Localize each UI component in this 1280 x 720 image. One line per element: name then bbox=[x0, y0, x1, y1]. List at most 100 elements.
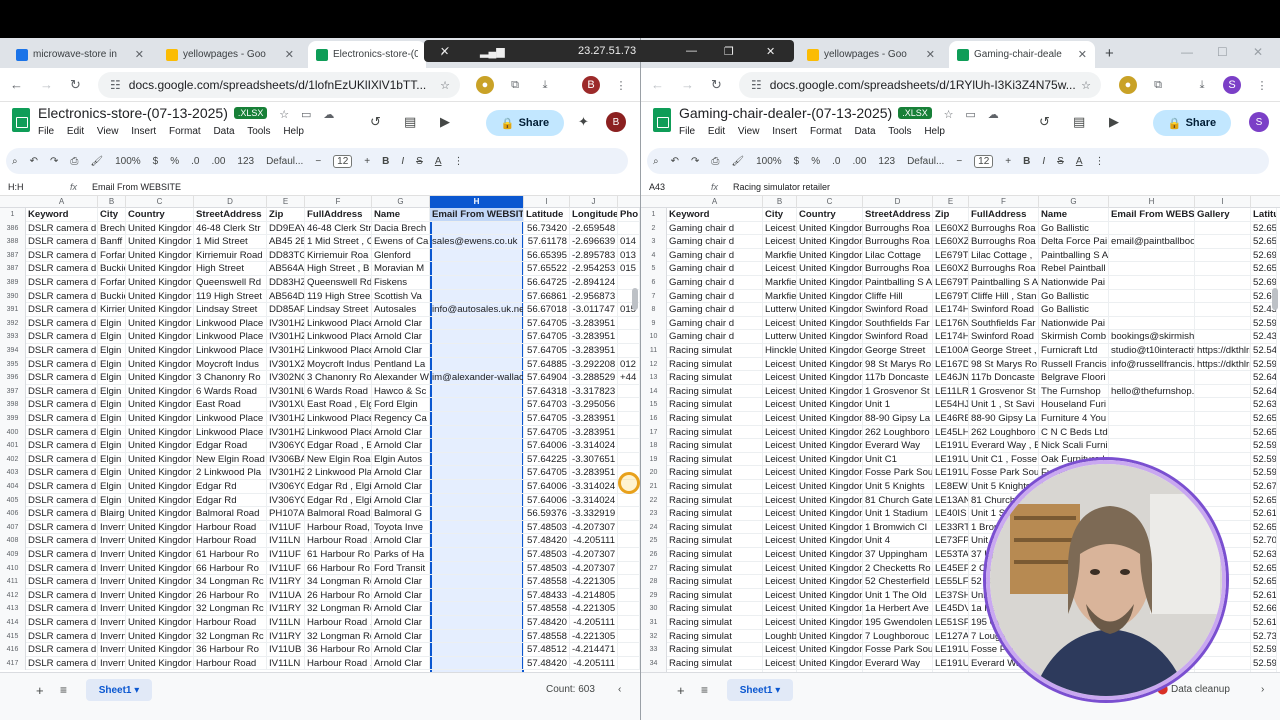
table-cell[interactable]: 013 bbox=[618, 248, 640, 263]
profile-avatar[interactable]: S bbox=[1223, 76, 1241, 94]
table-cell[interactable]: Paintballing S A bbox=[969, 276, 1039, 290]
table-cell[interactable]: DSLR camera d bbox=[26, 561, 98, 576]
increase-decimal-button[interactable]: .00 bbox=[852, 156, 866, 167]
table-cell[interactable]: 52.66 bbox=[1251, 602, 1277, 616]
table-cell[interactable]: Burroughs Roa bbox=[863, 221, 933, 236]
table-cell[interactable]: Queenswell Rd bbox=[194, 276, 267, 290]
table-cell[interactable]: Leicest bbox=[763, 316, 797, 331]
row-number[interactable]: 32 bbox=[641, 629, 667, 644]
table-cell[interactable]: LE174H bbox=[933, 330, 969, 344]
row-number[interactable]: 7 bbox=[641, 289, 667, 304]
table-cell[interactable]: United Kingdor bbox=[797, 235, 863, 249]
menu-format[interactable]: Format bbox=[810, 126, 842, 137]
table-cell[interactable]: Edgar Road , E bbox=[305, 439, 372, 453]
table-cell[interactable]: Gaming chair d bbox=[667, 303, 763, 317]
table-cell[interactable]: DSLR camera d bbox=[26, 357, 98, 372]
row-number[interactable]: 15 bbox=[641, 398, 667, 412]
row-number[interactable]: 392 bbox=[0, 316, 26, 331]
table-cell[interactable]: DSLR camera d bbox=[26, 439, 98, 453]
table-cell[interactable]: United Kingdor bbox=[797, 520, 863, 535]
table-cell[interactable] bbox=[618, 561, 640, 576]
table-cell[interactable]: Markfiel bbox=[763, 276, 797, 290]
table-cell[interactable]: Leicest bbox=[763, 412, 797, 426]
table-cell[interactable]: Unit 1 The Old bbox=[863, 588, 933, 603]
table-cell[interactable] bbox=[1195, 425, 1251, 440]
table-cell[interactable]: Kirriemuir Road bbox=[194, 248, 267, 263]
table-cell[interactable]: DSLR camera d bbox=[26, 575, 98, 589]
column-header-a[interactable]: A bbox=[26, 196, 98, 208]
table-cell[interactable]: Leicest bbox=[763, 221, 797, 236]
table-cell[interactable]: 3 Chanonry Ro bbox=[305, 371, 372, 385]
table-cell[interactable]: 66 Harbour Ro bbox=[194, 561, 267, 576]
table-cell[interactable]: 52.65 bbox=[1251, 425, 1277, 440]
table-cell[interactable]: 57.64705 bbox=[524, 344, 570, 358]
table-cell[interactable]: LE45EP bbox=[933, 561, 969, 576]
table-cell[interactable] bbox=[430, 520, 524, 535]
table-cell[interactable]: 1 Mid Street bbox=[194, 235, 267, 249]
table-cell[interactable]: 014 bbox=[618, 235, 640, 249]
table-cell[interactable]: LE46JN bbox=[933, 371, 969, 385]
menu-insert[interactable]: Insert bbox=[131, 126, 156, 137]
redo-icon[interactable]: ↷ bbox=[691, 156, 699, 167]
table-cell[interactable]: LE191U bbox=[933, 439, 969, 453]
table-cell[interactable]: Arnold Clar bbox=[372, 602, 430, 616]
table-cell[interactable]: 52 Chesterfield bbox=[863, 575, 933, 589]
row-number[interactable]: 8 bbox=[641, 303, 667, 317]
table-cell[interactable]: Harbour Road bbox=[194, 616, 267, 630]
row-number[interactable]: 29 bbox=[641, 588, 667, 603]
reload-icon[interactable]: ↻ bbox=[711, 77, 722, 93]
table-cell[interactable]: Blairgc bbox=[98, 507, 126, 521]
table-cell[interactable]: Invern bbox=[98, 602, 126, 616]
table-cell[interactable]: 52.65 bbox=[1251, 493, 1277, 508]
table-cell[interactable]: Arnold Clar bbox=[372, 466, 430, 480]
table-cell[interactable] bbox=[1195, 235, 1251, 249]
table-cell[interactable]: United Kingdor bbox=[797, 534, 863, 548]
table-cell[interactable]: LE11LR bbox=[933, 384, 969, 399]
table-cell[interactable]: 52.67 bbox=[1251, 480, 1277, 494]
table-cell[interactable]: Leicest bbox=[763, 398, 797, 412]
table-cell[interactable]: DSLR camera d bbox=[26, 480, 98, 494]
table-cell[interactable]: DSLR camera d bbox=[26, 629, 98, 644]
table-cell[interactable]: Leicest bbox=[763, 262, 797, 276]
row-number[interactable]: 5 bbox=[641, 262, 667, 276]
row-number[interactable]: 386 bbox=[0, 221, 26, 236]
table-cell[interactable]: Everard Way bbox=[863, 439, 933, 453]
table-cell[interactable]: United Kingdor bbox=[126, 235, 194, 249]
profile-avatar[interactable]: B bbox=[582, 76, 600, 94]
table-cell[interactable]: 57.64225 bbox=[524, 452, 570, 467]
row-number[interactable]: 20 bbox=[641, 466, 667, 480]
table-cell[interactable]: LE60XZ bbox=[933, 262, 969, 276]
add-sheet-button[interactable]: + bbox=[36, 683, 44, 698]
table-cell[interactable]: Invern bbox=[98, 520, 126, 535]
table-cell[interactable] bbox=[1195, 276, 1251, 290]
table-cell[interactable]: 52.61 bbox=[1251, 616, 1277, 630]
row-number[interactable]: 387 bbox=[0, 262, 26, 276]
table-cell[interactable]: 88-90 Gipsy La bbox=[969, 412, 1039, 426]
row-number[interactable]: 394 bbox=[0, 344, 26, 358]
table-cell[interactable]: 57.48503 bbox=[524, 561, 570, 576]
table-cell[interactable]: United Kingdor bbox=[126, 629, 194, 644]
table-cell[interactable]: Leicest bbox=[763, 384, 797, 399]
table-cell[interactable]: 52.59 bbox=[1251, 643, 1277, 657]
header-cell[interactable]: Keyword bbox=[667, 208, 763, 222]
table-cell[interactable]: DD83TG bbox=[267, 248, 305, 263]
table-cell[interactable]: IV302NG bbox=[267, 371, 305, 385]
table-cell[interactable]: Racing simulat bbox=[667, 548, 763, 562]
table-cell[interactable] bbox=[1109, 276, 1195, 290]
column-header-i[interactable]: I bbox=[524, 196, 570, 208]
table-cell[interactable]: -3.292208 bbox=[570, 357, 618, 372]
table-cell[interactable]: United Kingdor bbox=[126, 548, 194, 562]
table-cell[interactable]: Unit C1 , Fosse bbox=[969, 452, 1039, 467]
pin-off-icon[interactable]: ✕̸ bbox=[440, 45, 449, 58]
table-cell[interactable]: Leicest bbox=[763, 480, 797, 494]
restore-recorder-button[interactable]: ❐ bbox=[724, 45, 734, 58]
table-cell[interactable]: United Kingdor bbox=[126, 221, 194, 236]
name-box[interactable]: A43 bbox=[649, 182, 665, 192]
table-cell[interactable]: 52.64 bbox=[1251, 384, 1277, 399]
table-cell[interactable]: 7 Loughborouc bbox=[863, 629, 933, 644]
menu-tools[interactable]: Tools bbox=[247, 126, 270, 137]
meet-icon[interactable]: ▶ bbox=[440, 114, 450, 130]
table-cell[interactable]: 6 Wards Road , bbox=[305, 384, 372, 399]
table-cell[interactable]: The Furnshop bbox=[1039, 384, 1109, 399]
column-header-e[interactable]: E bbox=[267, 196, 305, 208]
